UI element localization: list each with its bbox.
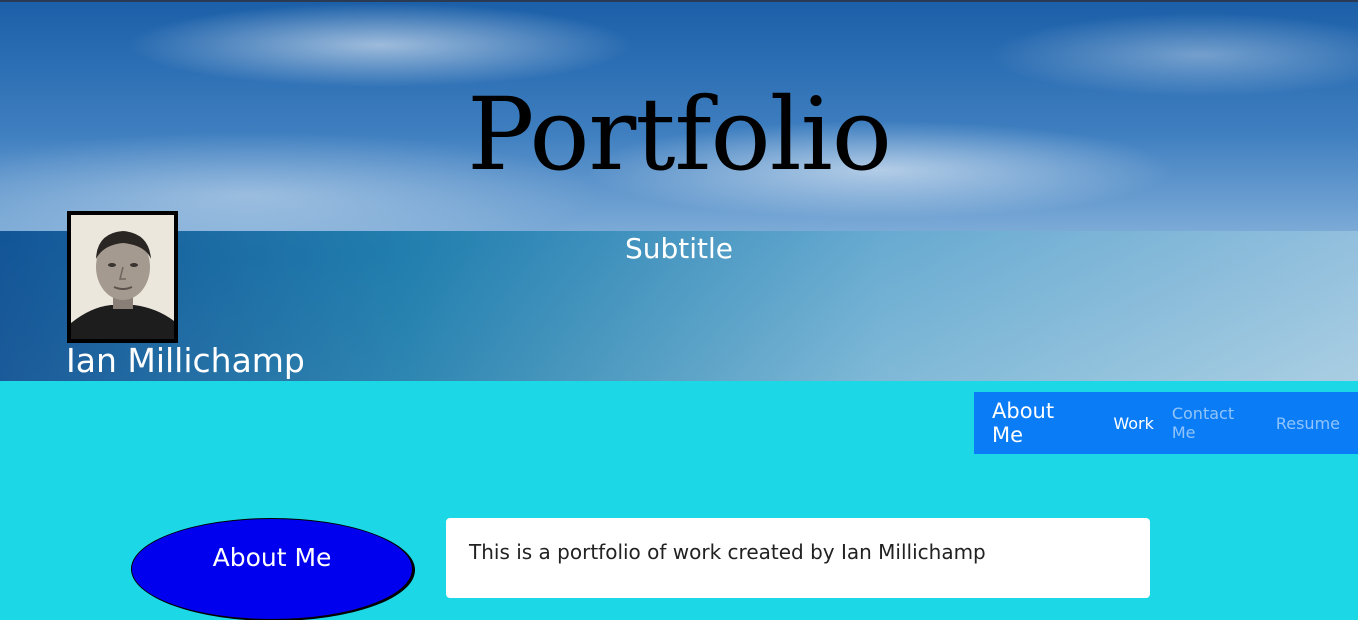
nav-brand-about-me[interactable]: About Me <box>992 399 1086 447</box>
intro-text: This is a portfolio of work created by I… <box>469 540 986 564</box>
hero-banner: Portfolio Subtitle Ian Millichamp <box>0 0 1358 381</box>
top-nav: About Me Work Contact Me Resume <box>974 392 1358 454</box>
owner-name: Ian Millichamp <box>66 341 305 380</box>
nav-link-resume[interactable]: Resume <box>1276 414 1340 433</box>
page-title: Portfolio <box>467 76 892 193</box>
avatar <box>67 211 178 343</box>
intro-card: This is a portfolio of work created by I… <box>446 518 1150 598</box>
about-me-button[interactable]: About Me <box>131 518 413 620</box>
profile-photo-icon <box>71 215 174 339</box>
nav-link-work[interactable]: Work <box>1113 414 1154 433</box>
page-subtitle: Subtitle <box>624 232 734 265</box>
top-border <box>0 0 1358 2</box>
nav-link-contact-me[interactable]: Contact Me <box>1172 404 1258 442</box>
